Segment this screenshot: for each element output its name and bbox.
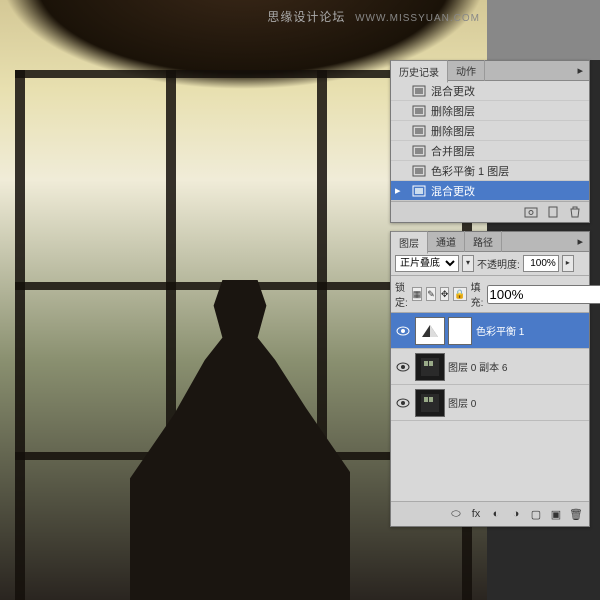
layer-style-icon[interactable]: fx — [467, 506, 485, 522]
opacity-label: 不透明度: — [477, 256, 520, 271]
layer-icon — [411, 144, 427, 158]
watermark: 思缘设计论坛 WWW.MISSYUAN.COM — [267, 8, 480, 25]
watermark-url: WWW.MISSYUAN.COM — [355, 13, 480, 24]
delete-icon[interactable] — [567, 205, 583, 219]
opacity-arrow-icon[interactable]: ▸ — [562, 255, 574, 272]
history-label: 混合更改 — [431, 83, 475, 99]
layer-thumb — [415, 353, 445, 381]
layer-name: 图层 0 副本 6 — [448, 359, 586, 374]
history-footer — [391, 201, 589, 222]
history-item[interactable]: 合并图层 — [391, 141, 589, 161]
fill-label: 填充: — [471, 279, 484, 309]
history-item[interactable]: 删除图层 — [391, 121, 589, 141]
new-layer-icon[interactable]: ▣ — [547, 506, 565, 522]
history-panel-tabs: 历史记录 动作 ▸ — [391, 61, 589, 81]
layers-blend-row: 正片叠底 ▾ 不透明度: ▸ — [391, 252, 589, 276]
blend-mode-select[interactable]: 正片叠底 — [395, 255, 459, 272]
watermark-cn: 思缘设计论坛 — [267, 10, 345, 24]
history-label: 合并图层 — [431, 143, 475, 159]
tab-actions[interactable]: 动作 — [448, 60, 485, 81]
tab-paths[interactable]: 路径 — [465, 231, 502, 252]
tab-history[interactable]: 历史记录 — [391, 60, 448, 83]
history-marker-active: ▸ — [395, 184, 407, 197]
layer-icon — [411, 104, 427, 118]
history-item[interactable]: 删除图层 — [391, 101, 589, 121]
adjustment-thumb — [415, 317, 445, 345]
opacity-input[interactable] — [523, 255, 559, 272]
layers-panel: 图层 通道 路径 ▸ 正片叠底 ▾ 不透明度: ▸ 锁定: ▦ ✎ ✥ 🔒 填充… — [390, 231, 590, 527]
link-layers-icon[interactable]: ⬭ — [447, 506, 465, 522]
lock-paint-icon[interactable]: ✎ — [426, 287, 436, 301]
history-label: 混合更改 — [431, 183, 475, 199]
history-label: 删除图层 — [431, 123, 475, 139]
history-label: 色彩平衡 1 图层 — [431, 163, 509, 179]
lock-all-icon[interactable]: 🔒 — [453, 287, 466, 301]
fill-input[interactable] — [487, 285, 600, 304]
new-group-icon[interactable]: ▢ — [527, 506, 545, 522]
visibility-eye-icon[interactable] — [394, 326, 412, 336]
history-item[interactable]: 混合更改 — [391, 81, 589, 101]
visibility-eye-icon[interactable] — [394, 398, 412, 408]
layer-name: 图层 0 — [448, 395, 586, 410]
lock-position-icon[interactable]: ✥ — [440, 287, 450, 301]
tab-channels[interactable]: 通道 — [428, 231, 465, 252]
new-snapshot-icon[interactable] — [523, 205, 539, 219]
layer-thumb — [415, 389, 445, 417]
visibility-eye-icon[interactable] — [394, 362, 412, 372]
panel-menu-icon[interactable]: ▸ — [571, 64, 589, 77]
workspace-gray-area — [487, 0, 600, 60]
delete-layer-icon[interactable]: 🗑 — [567, 506, 585, 522]
history-list: 混合更改 删除图层 删除图层 合并图层 色彩平衡 1 图层 — [391, 81, 589, 201]
history-label: 删除图层 — [431, 103, 475, 119]
history-panel: 历史记录 动作 ▸ 混合更改 删除图层 删除图层 — [390, 60, 590, 223]
layer-name: 色彩平衡 1 — [476, 323, 586, 338]
layers-panel-tabs: 图层 通道 路径 ▸ — [391, 232, 589, 252]
panel-menu-icon[interactable]: ▸ — [571, 235, 589, 248]
adjustment-layer-icon[interactable]: ◑ — [507, 506, 525, 522]
layer-icon — [411, 164, 427, 178]
layers-footer: ⬭ fx ◐ ◑ ▢ ▣ 🗑 — [391, 501, 589, 526]
history-item[interactable]: 色彩平衡 1 图层 — [391, 161, 589, 181]
layer-icon — [411, 184, 427, 198]
blend-dropdown-icon[interactable]: ▾ — [462, 255, 474, 272]
tab-layers[interactable]: 图层 — [391, 231, 428, 254]
layer-row[interactable]: 图层 0 — [391, 385, 589, 421]
layer-mask-icon[interactable]: ◐ — [487, 506, 505, 522]
layer-row[interactable]: 图层 0 副本 6 — [391, 349, 589, 385]
layer-icon — [411, 84, 427, 98]
layer-mask-thumb — [448, 317, 472, 345]
new-document-icon[interactable] — [545, 205, 561, 219]
lock-label: 锁定: — [395, 279, 408, 309]
layer-row[interactable]: 色彩平衡 1 — [391, 313, 589, 349]
lock-transparency-icon[interactable]: ▦ — [412, 287, 423, 301]
panels-container: 历史记录 动作 ▸ 混合更改 删除图层 删除图层 — [390, 60, 590, 535]
history-item[interactable]: ▸ 混合更改 — [391, 181, 589, 201]
layers-lock-row: 锁定: ▦ ✎ ✥ 🔒 填充: ▸ — [391, 276, 589, 313]
layer-icon — [411, 124, 427, 138]
layers-empty-area — [391, 421, 589, 501]
